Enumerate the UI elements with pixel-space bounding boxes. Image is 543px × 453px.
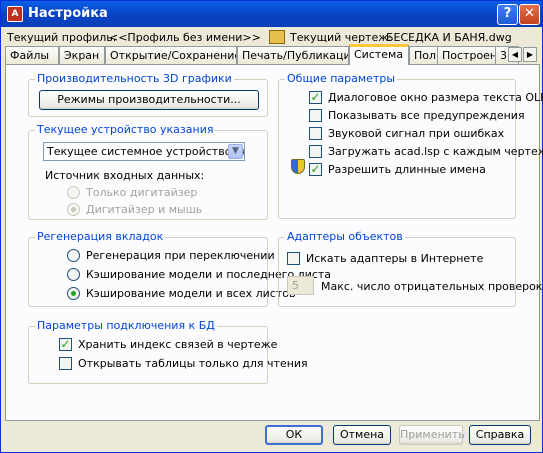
adapters-legend: Адаптеры объектов <box>285 230 405 243</box>
checkbox[interactable]: ✓ <box>309 91 322 104</box>
cancel-button[interactable]: Отмена <box>333 425 391 445</box>
ok-button[interactable]: ОК <box>265 425 323 445</box>
radio-label: Только дигитайзер <box>86 186 198 199</box>
checkbox-label: Загружать acad.lsp с каждым чертежом <box>328 145 543 158</box>
profile-value: <<Профиль без имени>> <box>109 31 261 44</box>
checkbox-label: Диалоговое окно размера текста OLE <box>328 91 543 104</box>
info-bar: Текущий профиль: <<Профиль без имени>> Т… <box>1 28 542 46</box>
settings-window: A Настройка ? ✕ Текущий профиль: <<Профи… <box>0 0 543 453</box>
checkbox[interactable] <box>309 109 322 122</box>
regen-legend: Регенерация вкладок <box>35 230 166 243</box>
radio-label: Регенерация при переключении <box>86 249 275 262</box>
perf3d-legend: Производительность 3D графики <box>35 72 234 85</box>
help-title-button[interactable]: ? <box>497 4 518 25</box>
drawing-icon <box>269 30 285 44</box>
checkbox[interactable]: ✓ <box>59 338 72 351</box>
title-bar[interactable]: A Настройка ? ✕ <box>1 1 542 27</box>
checkbox-label: Открывать таблицы только для чтения <box>78 357 308 370</box>
checkbox-label: Разрешить длинные имена <box>328 163 486 176</box>
apply-button[interactable]: Применить <box>399 425 465 445</box>
input-source-label: Источник входных данных: <box>45 169 205 182</box>
tab-scroll-left-icon[interactable]: ◀ <box>508 47 522 62</box>
regen-group: Регенерация вкладок Регенерация при пере… <box>28 230 331 307</box>
checkbox-label: Показывать все предупреждения <box>328 109 525 122</box>
performance-settings-button[interactable]: Режимы производительности... <box>39 90 259 110</box>
checkbox[interactable] <box>59 357 72 370</box>
radio-button[interactable] <box>67 287 80 300</box>
checkbox-label: Хранить индекс связей в чертеже <box>78 338 278 351</box>
checkbox[interactable] <box>309 145 322 158</box>
checkbox[interactable] <box>287 252 300 265</box>
db-group: Параметры подключения к БД ✓ Хранить инд… <box>28 319 308 384</box>
checkbox-label: Искать адаптеры в Интернете <box>306 252 484 265</box>
adapters-group: Адаптеры объектов Искать адаптеры в Инте… <box>278 230 542 307</box>
help-button[interactable]: Справка <box>469 425 531 445</box>
max-failed-checks-input[interactable]: 5 <box>287 276 314 295</box>
drawing-value: БЕСЕДКА И БАНЯ.dwg <box>386 31 512 44</box>
shield-icon-wrap <box>291 159 307 175</box>
radio-button[interactable] <box>67 186 80 199</box>
radio-label: Дигитайзер и мышь <box>86 203 203 216</box>
pointing-legend: Текущее устройство указания <box>35 123 216 136</box>
general-legend: Общие параметры <box>285 72 398 85</box>
shield-icon <box>291 159 305 174</box>
profile-label: Текущий профиль: <box>7 31 117 44</box>
pointing-device-select[interactable]: Текущее системное устройство указания ▼ <box>43 142 245 161</box>
pointing-group: Текущее устройство указания Текущее сист… <box>28 123 268 220</box>
tab-display[interactable]: Экран <box>59 46 105 64</box>
checkbox[interactable] <box>309 127 322 140</box>
app-icon: A <box>7 6 23 22</box>
system-tab-panel: Производительность 3D графики Режимы про… <box>5 64 543 421</box>
drawing-label: Текущий чертеж: <box>290 31 392 44</box>
pointing-device-value: Текущее системное устройство указания <box>47 145 244 158</box>
checkbox[interactable]: ✓ <box>309 163 322 176</box>
radio-button[interactable] <box>67 268 80 281</box>
close-button[interactable]: ✕ <box>519 4 540 25</box>
tab-scroll-right-icon[interactable]: ▶ <box>523 47 537 62</box>
checkbox-label: Звуковой сигнал при ошибках <box>328 127 505 140</box>
general-group: Общие параметры ✓ Диалоговое окно размер… <box>278 72 543 219</box>
chevron-down-icon[interactable]: ▼ <box>228 144 243 159</box>
tab-files[interactable]: Файлы <box>5 46 59 64</box>
radio-button[interactable] <box>67 203 80 216</box>
perf3d-group: Производительность 3D графики Режимы про… <box>28 72 268 117</box>
tab-plot-publish[interactable]: Печать/Публикация <box>237 46 349 64</box>
window-title: Настройка <box>28 6 108 21</box>
tab-strip: Файлы Экран Открытие/Сохранение Печать/П… <box>5 44 540 65</box>
tab-system[interactable]: Система <box>349 44 409 65</box>
radio-button[interactable] <box>67 249 80 262</box>
tab-open-save[interactable]: Открытие/Сохранение <box>105 46 237 64</box>
radio-label: Кэширование модели и всех листов <box>86 287 296 300</box>
db-legend: Параметры подключения к БД <box>35 319 217 332</box>
max-failed-checks-label: Макс. число отрицательных проверок <box>321 280 543 293</box>
